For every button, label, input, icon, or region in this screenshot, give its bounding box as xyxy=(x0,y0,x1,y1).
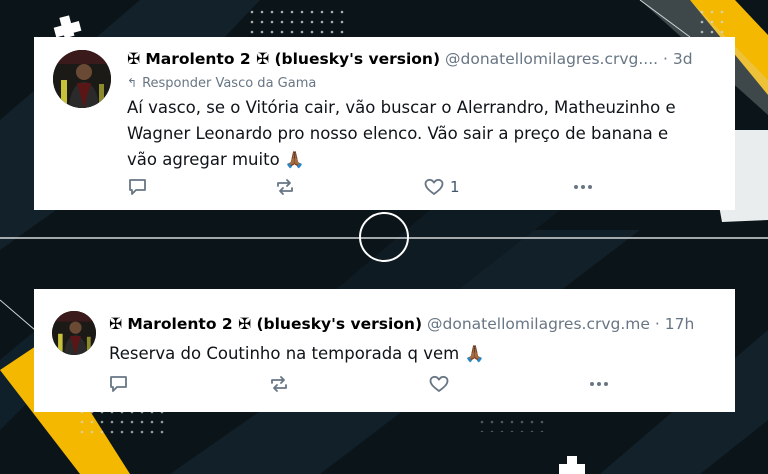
post-actions xyxy=(34,375,735,397)
repost-icon xyxy=(271,376,287,392)
like-icon xyxy=(429,375,449,392)
post-header: ✠ Marolento 2 ✠ (bluesky's version) @don… xyxy=(127,50,693,68)
post-text: Reserva do Coutinho na temporada q vem 🙏… xyxy=(109,341,709,367)
more-button[interactable] xyxy=(588,375,610,393)
post-actions: 1 xyxy=(34,178,735,200)
more-icon xyxy=(574,185,592,189)
emoji: 🙏🏾 xyxy=(284,150,305,169)
repost-icon xyxy=(277,179,293,195)
like-count: 1 xyxy=(450,178,460,196)
separator: · xyxy=(663,50,668,68)
post-text-body: Reserva do Coutinho na temporada q vem xyxy=(109,344,460,363)
post-header: ✠ Marolento 2 ✠ (bluesky's version) @don… xyxy=(109,315,694,333)
reply-icon xyxy=(110,376,127,392)
more-icon xyxy=(590,382,608,386)
post-card[interactable]: ✠ Marolento 2 ✠ (bluesky's version) @don… xyxy=(34,37,735,210)
emoji: 🙏🏾 xyxy=(464,344,485,363)
post-text-body: Aí vasco, se o Vitória cair, vão buscar … xyxy=(127,98,676,169)
like-button[interactable]: 1 xyxy=(424,178,460,196)
separator: · xyxy=(654,315,660,333)
reply-label: Responder Vasco da Gama xyxy=(142,76,317,91)
reply-icon xyxy=(129,179,146,195)
avatar-image xyxy=(52,311,96,355)
timestamp[interactable]: 3d xyxy=(673,50,693,68)
repost-button[interactable] xyxy=(275,178,295,196)
handle[interactable]: @donatellomilagres.crvg.... xyxy=(445,50,658,68)
more-button[interactable] xyxy=(572,178,594,196)
reply-arrow-icon: ↰ xyxy=(127,76,138,90)
post-text: Aí vasco, se o Vitória cair, vão buscar … xyxy=(127,95,727,173)
timestamp[interactable]: 17h xyxy=(665,315,695,333)
display-name[interactable]: ✠ Marolento 2 ✠ (bluesky's version) xyxy=(127,50,440,68)
display-name[interactable]: ✠ Marolento 2 ✠ (bluesky's version) xyxy=(109,315,422,333)
like-button[interactable] xyxy=(429,375,449,393)
avatar[interactable] xyxy=(52,311,96,355)
repost-button[interactable] xyxy=(269,375,289,393)
avatar[interactable] xyxy=(53,50,111,108)
reply-context[interactable]: ↰ Responder Vasco da Gama xyxy=(127,76,316,91)
post-card[interactable]: ✠ Marolento 2 ✠ (bluesky's version) @don… xyxy=(34,289,735,412)
reply-button[interactable] xyxy=(109,375,128,393)
avatar-image xyxy=(53,50,111,108)
reply-button[interactable] xyxy=(128,178,147,196)
like-icon xyxy=(424,178,444,195)
handle[interactable]: @donatellomilagres.crvg.me xyxy=(427,315,650,333)
